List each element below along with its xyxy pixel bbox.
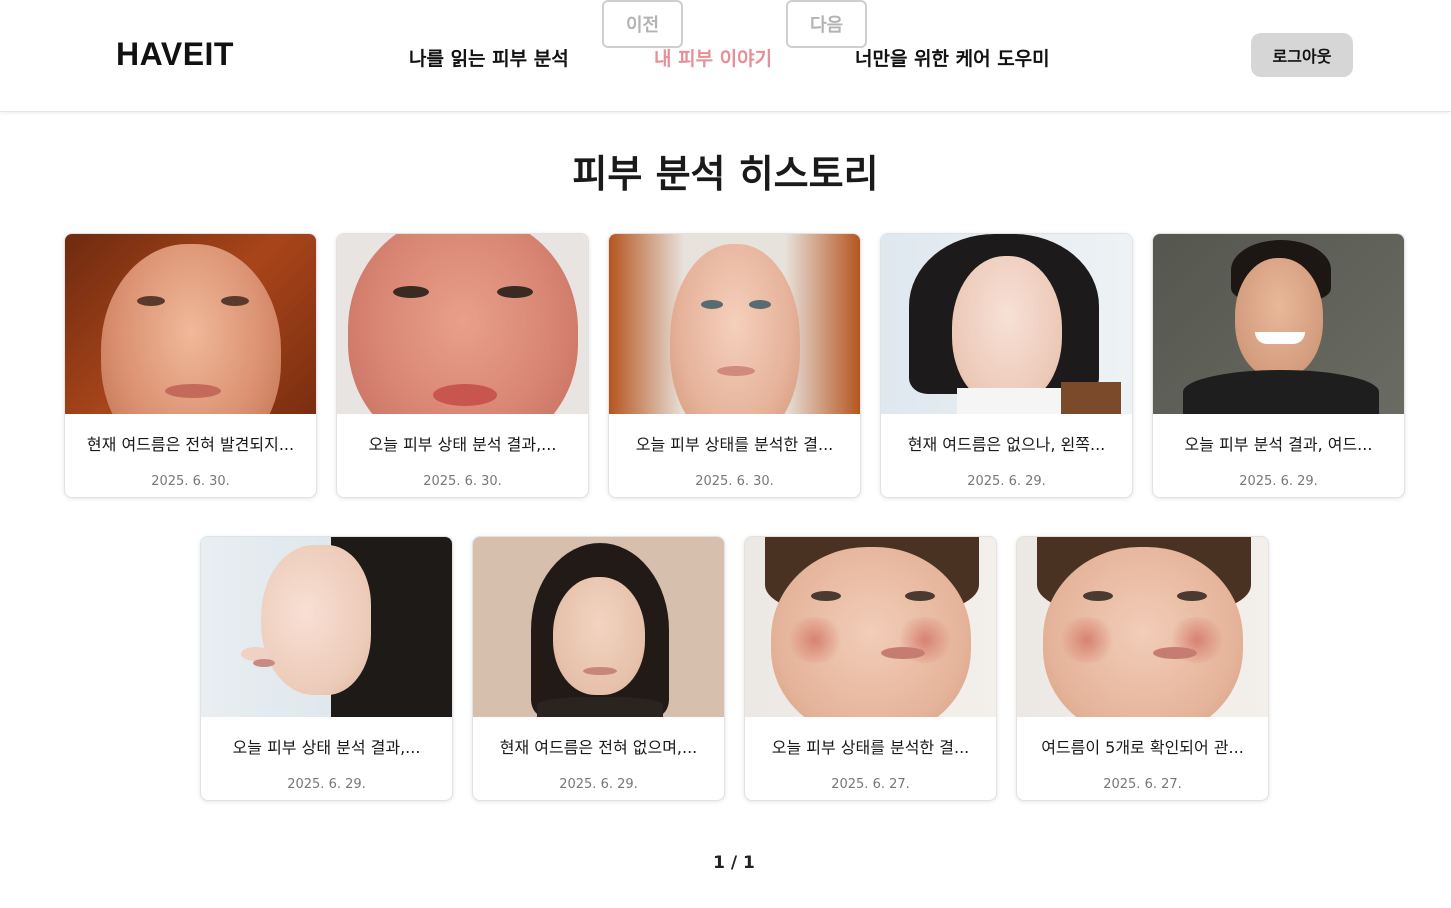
face-photo (609, 234, 860, 414)
face-photo (65, 234, 316, 414)
logout-button[interactable]: 로그아웃 (1251, 33, 1353, 77)
card-summary: 오늘 피부 상태 분석 결과,... (232, 738, 421, 757)
history-card[interactable]: 현재 여드름은 없으나, 왼쪽... 2025. 6. 29. (880, 233, 1133, 498)
card-date: 2025. 6. 29. (287, 777, 366, 792)
logo[interactable]: HAVEIT (116, 36, 234, 73)
card-date: 2025. 6. 30. (695, 474, 774, 489)
prev-page-button[interactable]: 이전 (602, 0, 683, 48)
card-summary: 현재 여드름은 전혀 없으며,... (499, 738, 698, 757)
next-page-button[interactable]: 다음 (786, 0, 867, 48)
face-photo (1017, 537, 1268, 717)
face-photo (337, 234, 588, 414)
card-summary: 오늘 피부 상태 분석 결과,... (368, 435, 557, 454)
card-date: 2025. 6. 30. (423, 474, 502, 489)
card-summary: 여드름이 5개로 확인되어 관... (1041, 738, 1244, 757)
card-date: 2025. 6. 27. (1103, 777, 1182, 792)
history-card[interactable]: 오늘 피부 상태 분석 결과,... 2025. 6. 29. (200, 536, 453, 801)
history-card[interactable]: 여드름이 5개로 확인되어 관... 2025. 6. 27. (1016, 536, 1269, 801)
nav-my-skin-story[interactable]: 내 피부 이야기 (654, 44, 772, 71)
face-photo (745, 537, 996, 717)
nav-skin-analysis[interactable]: 나를 읽는 피부 분석 (409, 44, 569, 71)
face-photo (881, 234, 1132, 414)
card-summary: 오늘 피부 상태를 분석한 결... (635, 435, 834, 454)
history-card[interactable]: 오늘 피부 분석 결과, 여드... 2025. 6. 29. (1152, 233, 1405, 498)
card-date: 2025. 6. 30. (151, 474, 230, 489)
nav-care-assistant[interactable]: 너만을 위한 케어 도우미 (855, 44, 1050, 71)
card-date: 2025. 6. 27. (831, 777, 910, 792)
card-summary: 오늘 피부 분석 결과, 여드... (1184, 435, 1373, 454)
card-summary: 현재 여드름은 전혀 발견되지... (86, 435, 295, 454)
page-indicator: 1 / 1 (713, 853, 755, 873)
page-title: 피부 분석 히스토리 (572, 152, 879, 196)
history-card[interactable]: 오늘 피부 상태를 분석한 결... 2025. 6. 30. (608, 233, 861, 498)
card-date: 2025. 6. 29. (1239, 474, 1318, 489)
history-card[interactable]: 현재 여드름은 전혀 발견되지... 2025. 6. 30. (64, 233, 317, 498)
face-photo (1153, 234, 1404, 414)
card-summary: 현재 여드름은 없으나, 왼쪽... (907, 435, 1106, 454)
history-card[interactable]: 오늘 피부 상태를 분석한 결... 2025. 6. 27. (744, 536, 997, 801)
face-photo (201, 537, 452, 717)
top-nav-bar: HAVEIT 나를 읽는 피부 분석 내 피부 이야기 너만을 위한 케어 도우… (0, 0, 1451, 112)
face-photo (473, 537, 724, 717)
card-date: 2025. 6. 29. (559, 777, 638, 792)
card-summary: 오늘 피부 상태를 분석한 결... (771, 738, 970, 757)
history-card[interactable]: 오늘 피부 상태 분석 결과,... 2025. 6. 30. (336, 233, 589, 498)
card-date: 2025. 6. 29. (967, 474, 1046, 489)
history-card[interactable]: 현재 여드름은 전혀 없으며,... 2025. 6. 29. (472, 536, 725, 801)
